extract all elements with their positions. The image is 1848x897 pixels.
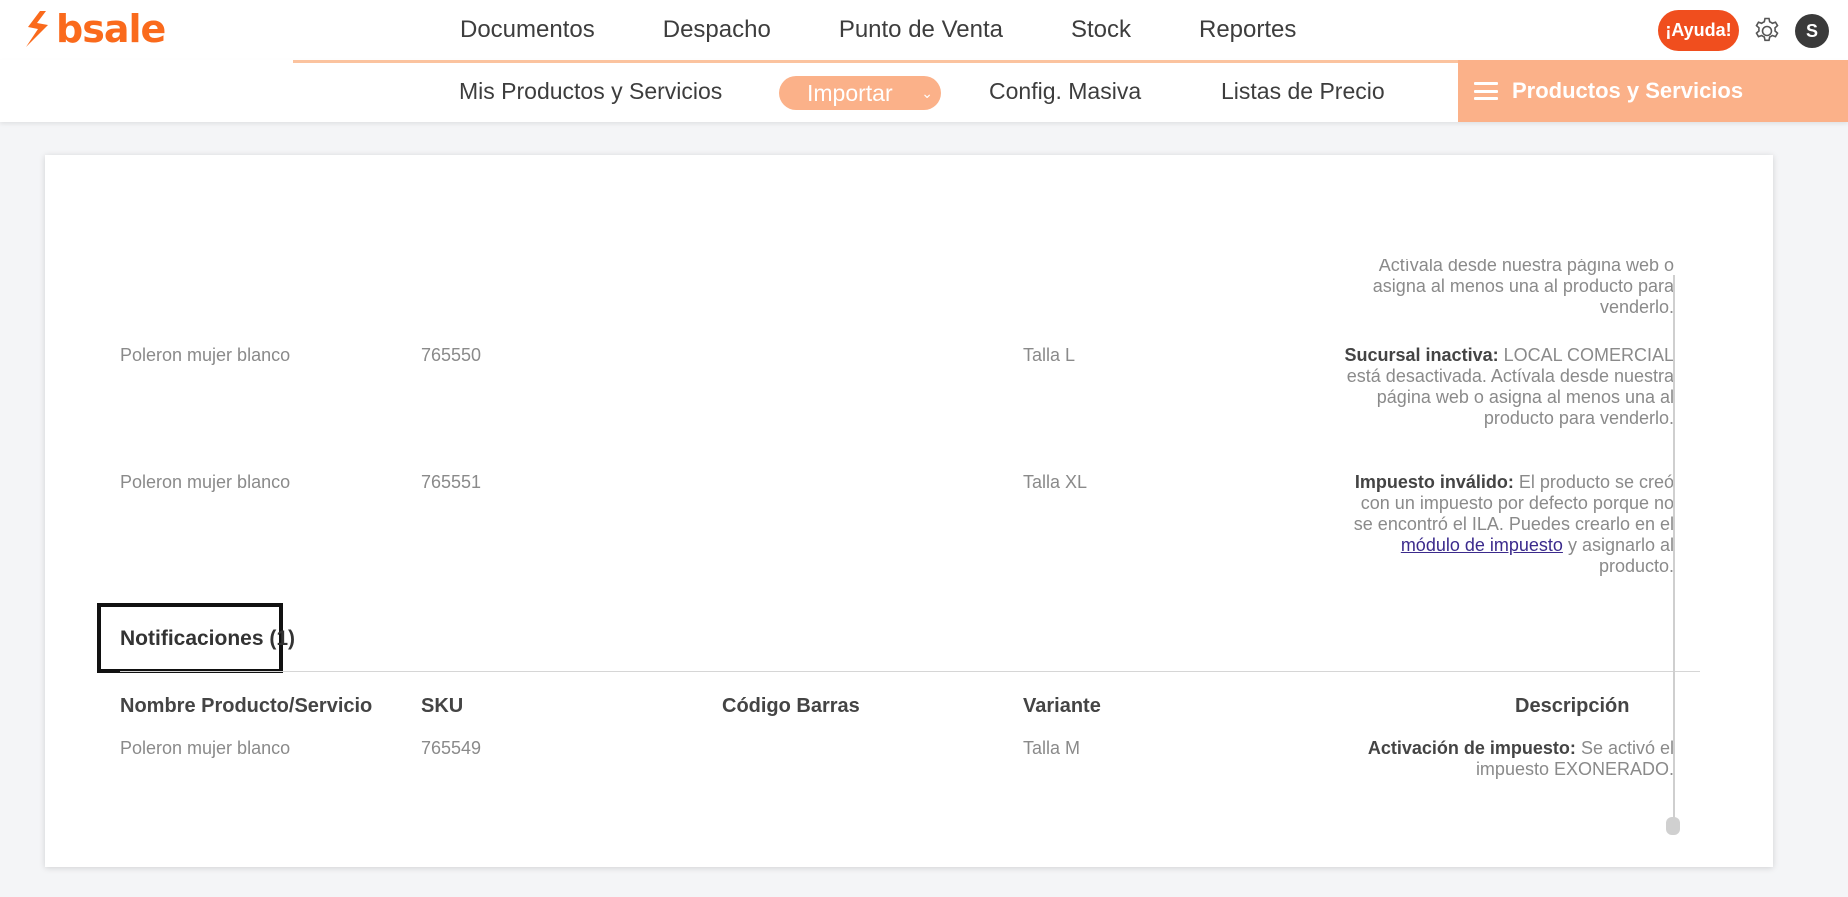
row-name: Poleron mujer blanco: [120, 345, 291, 365]
row-variant: Talla XL: [1023, 472, 1088, 492]
nav-despacho[interactable]: Despacho: [663, 16, 771, 44]
nav-punto-de-venta[interactable]: Punto de Venta: [839, 16, 1003, 44]
row-name: Poleron mujer blanco: [120, 738, 291, 758]
row-description: Activación de impuesto: Se activó el imp…: [1344, 738, 1674, 780]
subnav-importar-label: Importar: [807, 79, 893, 106]
module-label: Productos y Servicios: [1512, 78, 1744, 103]
chevron-down-icon: ⌄: [921, 85, 933, 101]
avatar[interactable]: S: [1795, 14, 1829, 48]
description-title: Impuesto inválido:: [1354, 472, 1514, 492]
description-title: Sucursal inactiva:: [1344, 345, 1499, 365]
column-header-name: Nombre Producto/Servicio: [120, 695, 373, 717]
nav-reportes[interactable]: Reportes: [1199, 16, 1296, 44]
subnav-importar[interactable]: Importar ⌄: [779, 76, 941, 110]
scrollbar-track[interactable]: [1673, 275, 1675, 821]
row-name: Poleron mujer blanco: [120, 472, 291, 492]
nav-documentos[interactable]: Documentos: [460, 16, 595, 44]
tax-module-link[interactable]: módulo de impuesto: [1401, 535, 1563, 555]
column-header-variant: Variante: [1023, 695, 1101, 717]
bsale-logo[interactable]: bsale: [22, 6, 166, 52]
row-variant: Talla L: [1023, 345, 1076, 365]
help-button[interactable]: ¡Ayuda!: [1658, 10, 1739, 51]
row-sku: 765550: [421, 345, 482, 365]
subnav-mis-productos[interactable]: Mis Productos y Servicios: [459, 78, 722, 105]
sub-nav-bar: Mis Productos y Servicios Importar ⌄ Con…: [0, 60, 1848, 122]
subnav-listas-de-precio[interactable]: Listas de Precio: [1221, 78, 1385, 105]
column-header-sku: SKU: [421, 695, 464, 717]
description-title: Activación de impuesto:: [1367, 738, 1576, 758]
top-bar: bsale Documentos Despacho Punto de Venta…: [0, 0, 1848, 60]
brand-name: bsale: [56, 7, 166, 51]
row-variant: Talla M: [1023, 738, 1081, 758]
hamburger-menu-icon: [1474, 82, 1498, 100]
row-description: Impuesto inválido: El producto se creó c…: [1344, 472, 1674, 577]
scrollbar-thumb[interactable]: [1666, 817, 1680, 835]
row-sku: 765549: [421, 738, 482, 758]
column-header-barcode: Código Barras: [722, 695, 860, 717]
row-description: Sucursal inactiva: LOCAL COMERCIAL está …: [1344, 345, 1674, 429]
column-header-description: Descripción: [1515, 695, 1630, 717]
sub-nav: Mis Productos y Servicios Importar ⌄ Con…: [0, 60, 1458, 122]
subnav-config-masiva[interactable]: Config. Masiva: [989, 78, 1141, 105]
module-menu[interactable]: Productos y Servicios: [1458, 60, 1848, 122]
nav-stock[interactable]: Stock: [1071, 16, 1131, 44]
import-results-card: Actívala desde nuestra página web o asig…: [45, 155, 1773, 867]
main-nav: Documentos Despacho Punto de Venta Stock…: [460, 0, 1364, 60]
description-tail: y asignarlo al producto.: [1567, 535, 1674, 576]
row-sku: 765551: [421, 472, 482, 492]
bsale-logo-icon: [26, 11, 48, 47]
tab-divider: [120, 671, 1700, 672]
tab-notificaciones[interactable]: Notificaciones (1): [120, 627, 295, 651]
partial-description: Actívala desde nuestra página web o asig…: [1372, 259, 1674, 317]
gear-icon[interactable]: [1752, 16, 1782, 46]
